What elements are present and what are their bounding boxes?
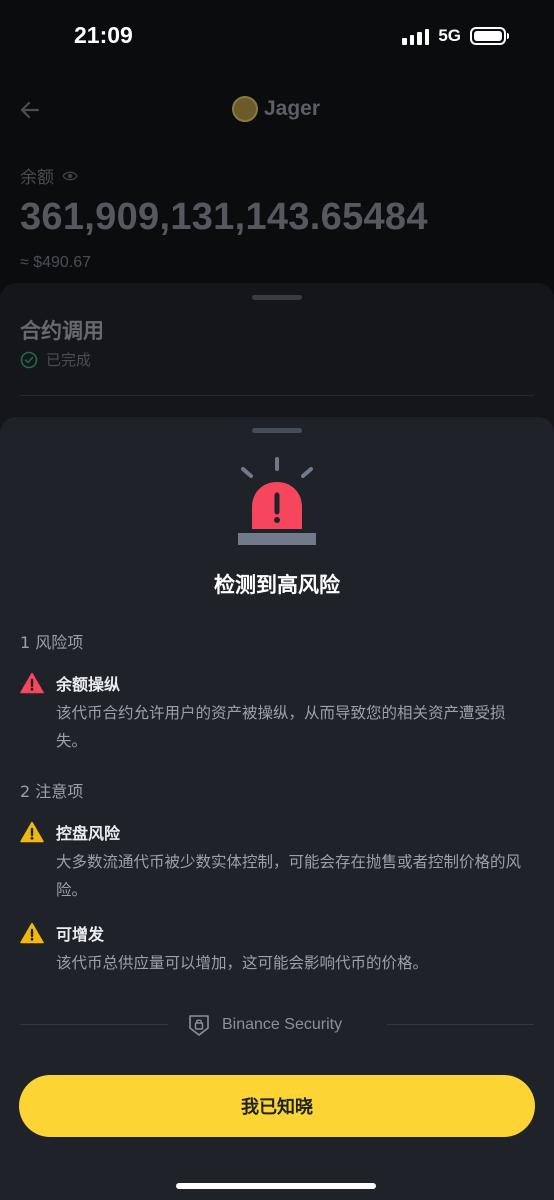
acknowledge-button[interactable]: 我已知晓 [19,1075,535,1137]
balance-amount: 361,909,131,143.65484 [20,196,428,238]
notice-item-desc: 该代币总供应量可以增加，这可能会影响代币的价格。 [56,954,429,972]
notice-item-desc: 大多数流通代币被少数实体控制，可能会存在抛售或者控制价格的风险。 [56,853,522,899]
notice-section-label: 2 注意项 [20,782,84,801]
status-time: 21:09 [74,22,133,48]
risk-alert-sheet: 检测到高风险 1 风险项 余额操纵 该代币合约允许用户的资产被操纵，从而导致您的… [0,417,554,1200]
signal-icon [402,27,430,45]
check-circle-icon [20,351,38,368]
token-name: Jager [264,97,321,120]
divider [20,395,534,396]
balance-label: 余额 [20,168,54,188]
risk-section-label: 1 风险项 [20,633,84,652]
transaction-status: 已完成 [20,349,91,370]
risk-title: 检测到高风险 [214,573,340,597]
notice-item-title: 控盘风险 [56,824,121,843]
notice-item-title: 可增发 [56,925,105,944]
shield-lock-icon [189,1015,209,1036]
balance-fiat: ≈ $490.67 [20,254,92,271]
notice-item-control-risk: 控盘风险 大多数流通代币被少数实体控制，可能会存在抛售或者控制价格的风险。 [20,819,534,904]
eye-icon[interactable] [62,170,78,182]
sheet-handle [252,295,302,300]
risk-item-balance-manipulation: 余额操纵 该代币合约允许用户的资产被操纵，从而导致您的相关资产遭受损失。 [20,670,534,755]
danger-triangle-icon [20,672,44,694]
transaction-type: 合约调用 [20,319,104,343]
risk-item-title: 余额操纵 [56,675,121,694]
warning-triangle-icon [20,821,44,843]
back-arrow-icon[interactable] [18,98,42,122]
security-brand: Binance Security [188,1013,342,1037]
footer-divider-left [20,1024,168,1025]
status-indicators: 5G [402,26,509,46]
token-title: Jager [232,96,320,122]
network-label: 5G [438,26,461,45]
security-brand-text: Binance Security [222,1016,343,1033]
risk-item-desc: 该代币合约允许用户的资产被操纵，从而导致您的相关资产遭受损失。 [56,704,506,750]
battery-icon [470,27,509,45]
sheet-handle[interactable] [252,428,302,433]
home-indicator[interactable] [176,1183,376,1189]
balance-label-row: 余额 [20,163,78,188]
notice-item-mintable: 可增发 该代币总供应量可以增加，这可能会影响代币的价格。 [20,920,534,977]
status-bar: 21:09 5G [0,0,554,72]
token-header: Jager [0,88,554,132]
footer-divider-right [387,1024,534,1025]
token-logo-icon [232,96,258,122]
alarm-icon [238,457,316,545]
transaction-status-text: 已完成 [46,351,92,369]
warning-triangle-icon [20,922,44,944]
